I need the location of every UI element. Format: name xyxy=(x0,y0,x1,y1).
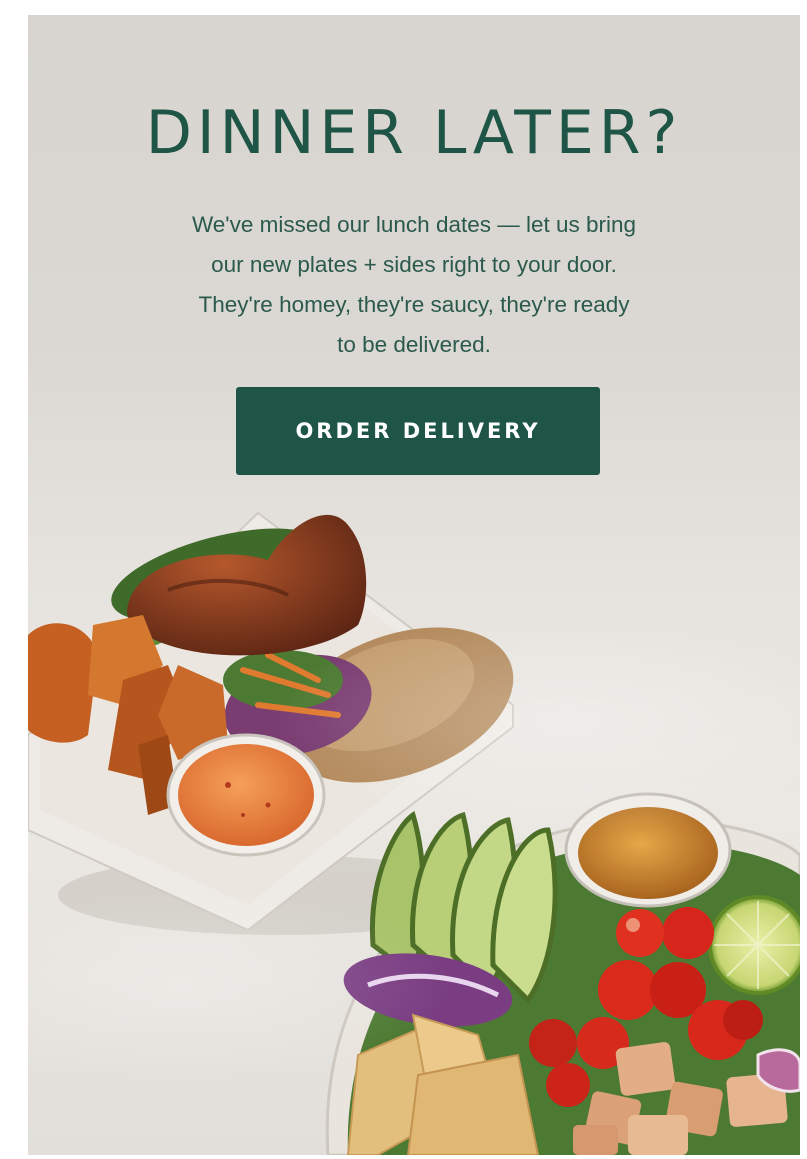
salad-bowl-photo xyxy=(325,792,800,1155)
food-photo xyxy=(28,15,800,1155)
promo-card: DINNER LATER? We've missed our lunch dat… xyxy=(28,15,800,1155)
